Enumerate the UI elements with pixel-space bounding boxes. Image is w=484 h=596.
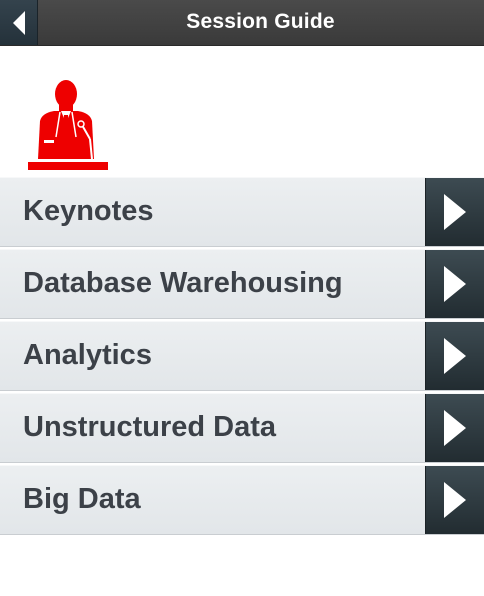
disclosure-button[interactable] xyxy=(425,466,484,534)
back-button[interactable] xyxy=(0,0,38,45)
session-item-keynotes[interactable]: Keynotes xyxy=(0,177,484,247)
header-bar: Session Guide xyxy=(0,0,484,46)
session-item-label: Big Data xyxy=(23,483,141,515)
session-item-label: Analytics xyxy=(23,339,152,371)
chevron-right-icon xyxy=(444,482,466,518)
chevron-right-icon xyxy=(444,338,466,374)
session-item-database-warehousing[interactable]: Database Warehousing xyxy=(0,249,484,319)
speaker-podium-icon xyxy=(28,80,108,170)
chevron-right-icon xyxy=(444,266,466,302)
session-item-unstructured-data[interactable]: Unstructured Data xyxy=(0,393,484,463)
session-guide-screen: Session Guide Keynotes Database Warehous… xyxy=(0,0,484,596)
chevron-right-icon xyxy=(444,194,466,230)
session-item-label: Unstructured Data xyxy=(23,411,276,443)
session-list: Keynotes Database Warehousing Analytics xyxy=(0,177,484,537)
session-item-label: Database Warehousing xyxy=(23,267,343,299)
disclosure-button[interactable] xyxy=(425,322,484,390)
session-item-big-data[interactable]: Big Data xyxy=(0,465,484,535)
chevron-left-icon xyxy=(12,10,25,35)
disclosure-button[interactable] xyxy=(425,394,484,462)
disclosure-button[interactable] xyxy=(425,250,484,318)
session-item-label: Keynotes xyxy=(23,195,154,227)
chevron-right-icon xyxy=(444,410,466,446)
disclosure-button[interactable] xyxy=(425,178,484,246)
session-item-analytics[interactable]: Analytics xyxy=(0,321,484,391)
page-title: Session Guide xyxy=(186,10,335,33)
